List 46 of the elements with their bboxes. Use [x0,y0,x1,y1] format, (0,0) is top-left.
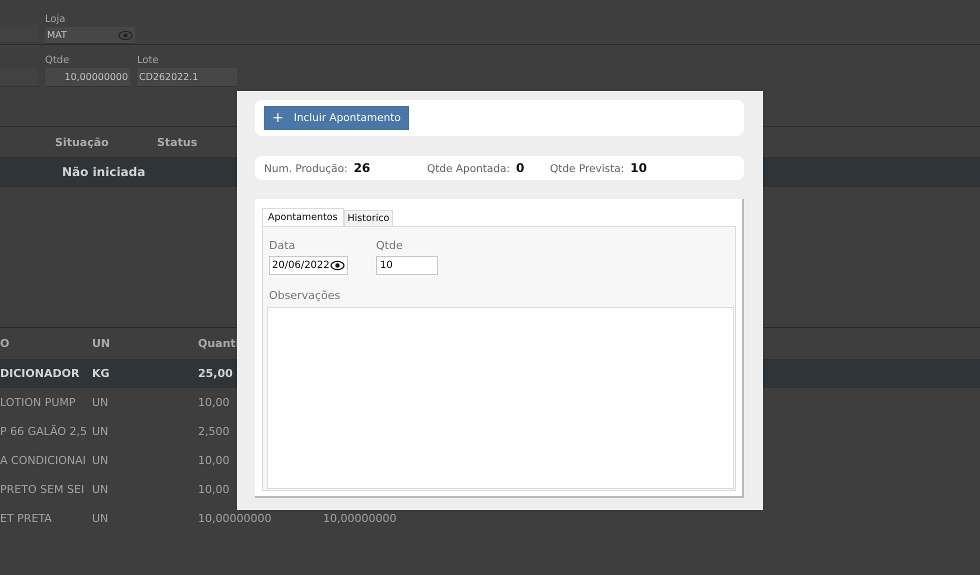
store-field[interactable]: MAT [45,27,135,44]
table-cell-text: LOTION PUMP [0,396,77,409]
table-cell-text: 2,500 [198,425,230,438]
date-field[interactable]: 20/06/2022 [269,256,348,275]
table-cell-text: KG [92,367,111,380]
summary-label: Qtde Prevista: [550,163,624,175]
column-header: Situação [55,136,110,148]
column-header: Status [157,136,198,148]
summary-label: Num. Produção: [264,163,348,175]
table-cell-text: ET PRETA [0,512,53,525]
table-cell-text: 10,00000000 [198,512,272,525]
table-cell: Não iniciada [62,165,146,179]
summary-value: 10 [630,161,647,175]
eye-icon[interactable] [330,260,345,271]
table-cell-text: UN [92,483,110,496]
table-cell: 10,00000000 [323,512,396,525]
field-label: Qtde [376,239,404,252]
notes-textarea[interactable] [267,307,734,489]
column-header: UN [92,337,112,350]
field-label: Data [269,239,296,252]
table-cell-text: 10,00 [198,483,230,496]
quantity-field[interactable]: 10,00000000 [45,68,130,87]
table-cell-text: P 66 GALÃO 2,5 [0,425,88,438]
table-cell-text: A CONDICIONAI [0,454,87,467]
table-cell-text: UN [92,454,110,467]
table-cell-text: DICIONADOR [0,367,80,380]
table-cell-text: UN [92,512,110,525]
field-label: Lote [137,55,160,68]
table-cell-text: UN [92,425,110,438]
quantity-field[interactable]: 10 [376,256,438,275]
table-cell-text: UN [92,396,110,409]
add-button[interactable]: + Incluir Apontamento [264,106,409,130]
table-cell-text: PRETO SEM SEI [0,483,86,496]
tab[interactable]: Historico [344,210,394,226]
table-cell-text: 10,00 [198,396,230,409]
summary-label: Qtde Apontada: [427,163,510,175]
batch-field[interactable]: CD262022.1 [137,68,237,87]
table-cell-text: 25,00 [198,367,234,380]
table-cell-text: 10,00 [198,454,230,467]
field-label: Observações [269,289,342,302]
field-label: Loja [45,14,66,27]
field-label: Qtde [45,55,70,68]
summary-value: 26 [354,161,370,175]
tab[interactable]: Apontamentos [262,208,344,226]
summary-value: 0 [516,161,524,175]
column-header: O [0,337,10,350]
